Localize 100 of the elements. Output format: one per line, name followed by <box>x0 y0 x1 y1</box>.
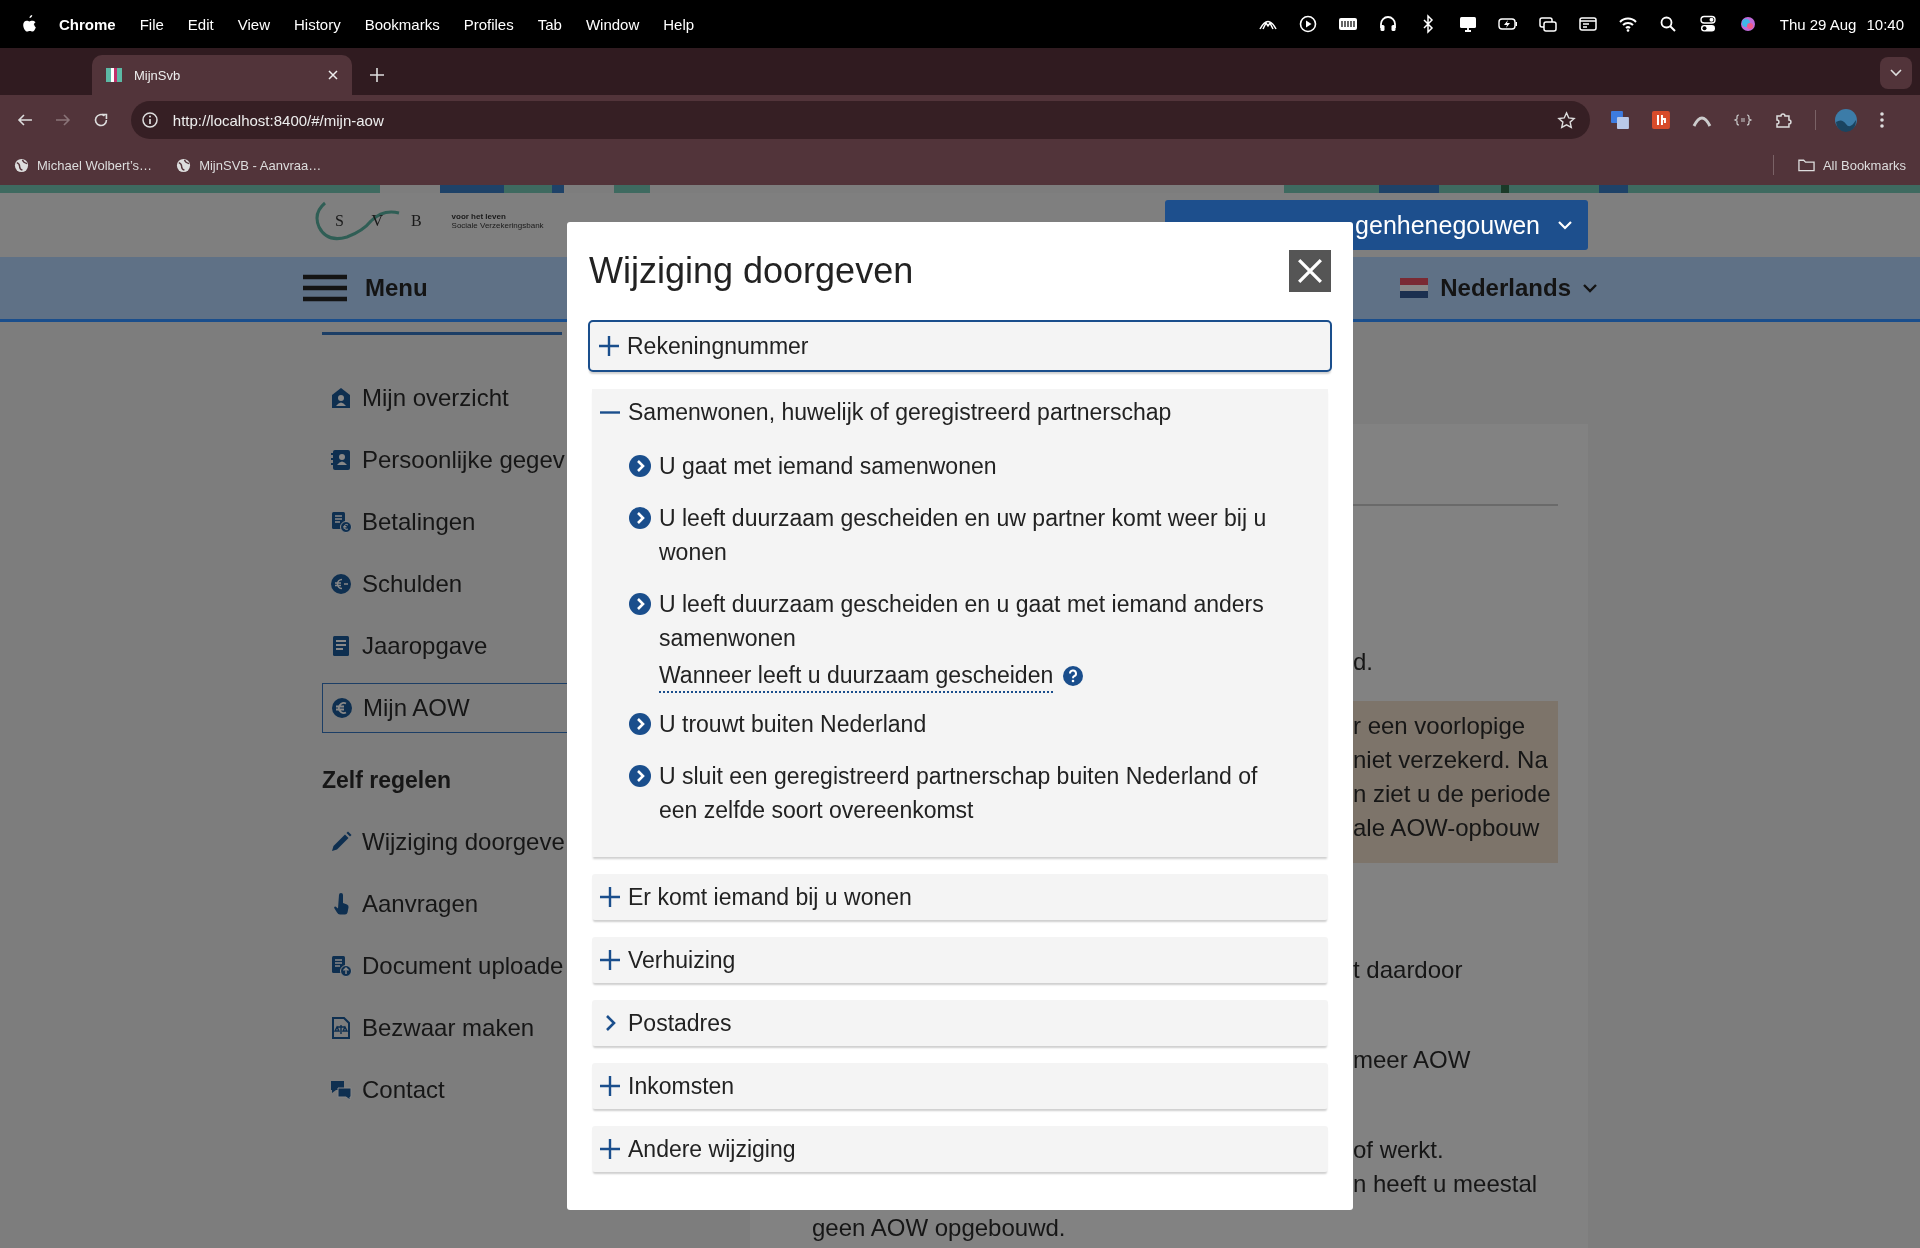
content-text: t daardoor <box>1353 955 1464 985</box>
menu-icon <box>303 274 347 302</box>
euro-minus-icon <box>330 573 352 595</box>
notice-text: n ziet u de periode <box>1353 779 1552 809</box>
sidebar-item[interactable]: Persoonlijke gegev <box>322 435 567 485</box>
notice-text: r een voorlopige <box>1353 711 1527 741</box>
translate-icon[interactable] <box>1610 110 1631 130</box>
chevron-down-icon <box>1558 220 1572 230</box>
chevron-circle-icon <box>629 455 651 477</box>
menu-item[interactable]: Edit <box>187 15 214 33</box>
sidebar-item[interactable]: Schulden <box>322 559 567 609</box>
option-link[interactable]: U leeft duurzaam gescheiden en u gaat met iemand anders samenwonen <box>659 587 1288 655</box>
plus-icon <box>600 887 620 907</box>
close-icon[interactable] <box>328 70 338 80</box>
reload-icon[interactable] <box>92 112 109 128</box>
menu-item[interactable]: Tab <box>537 15 562 33</box>
help-icon[interactable] <box>1063 666 1084 686</box>
content-text: meer AOW <box>1353 1045 1472 1075</box>
help-link[interactable]: Wanneer leeft u duurzaam gescheiden <box>659 659 1054 693</box>
plus-icon <box>599 336 619 356</box>
notice-text: ale AOW-opbouw <box>1353 813 1541 843</box>
headphones-icon[interactable] <box>1377 14 1398 34</box>
apple-icon[interactable] <box>22 15 37 33</box>
globe-icon <box>14 157 29 173</box>
document-upload-icon <box>330 955 352 977</box>
document-scale-icon <box>330 1017 352 1039</box>
menu-item[interactable]: Profiles <box>463 15 514 33</box>
option-link[interactable]: U sluit een geregistreerd partnerschap buiten Nederland of een zelfde soort overeenkomst <box>659 759 1288 827</box>
sidebar-item[interactable]: Contact <box>322 1065 567 1115</box>
content-text: n heeft u meestal <box>1353 1169 1539 1199</box>
menu-item[interactable]: Help <box>663 15 695 33</box>
all-bookmarks-button[interactable]: All Bookmarks <box>1797 157 1906 173</box>
menu-item[interactable]: Window <box>585 15 640 33</box>
accordion-header[interactable]: Rekeningnummer <box>588 320 1332 372</box>
sidebar-item[interactable]: Betalingen <box>322 497 567 547</box>
option-link[interactable]: U trouwt buiten Nederland <box>659 707 927 741</box>
app-menu[interactable]: Chrome <box>59 15 116 33</box>
windows-icon[interactable] <box>1537 14 1558 34</box>
bookmark[interactable]: Michael Wolbert’s… <box>14 157 153 173</box>
logo-letters: S V B <box>335 212 434 230</box>
puzzle-icon[interactable] <box>1774 110 1795 130</box>
folder-icon <box>1797 158 1815 172</box>
accordion-header[interactable]: Inkomsten <box>592 1063 1328 1109</box>
tab-list-button[interactable] <box>1880 57 1912 89</box>
dialog-title: Wijziging doorgeven <box>588 250 914 292</box>
more-icon[interactable] <box>1879 110 1885 130</box>
menu-item[interactable]: Bookmarks <box>364 15 440 33</box>
menu-button[interactable]: Menu <box>303 274 428 302</box>
display-icon[interactable] <box>1457 14 1478 34</box>
plus-icon[interactable] <box>370 68 384 82</box>
info-icon[interactable] <box>140 111 159 129</box>
chevron-circle-icon <box>629 507 651 529</box>
menu-item[interactable]: History <box>293 15 341 33</box>
option-link[interactable]: U gaat met iemand samenwonen <box>659 449 997 483</box>
play-icon[interactable] <box>1297 14 1318 34</box>
chevron-down-icon <box>1583 283 1597 293</box>
avatar-icon[interactable] <box>1834 108 1858 132</box>
logo-tagline: voor het leven <box>451 212 507 221</box>
content-text: geen AOW opgebouwd. <box>812 1213 1067 1243</box>
url-text: http://localhost:8400/#/mijn-aow <box>172 111 384 129</box>
sidebar-item[interactable]: Aanvragen <box>322 879 567 929</box>
tab-title: MijnSvb <box>134 67 182 83</box>
euro-icon <box>331 697 353 719</box>
sidebar-item[interactable]: Mijn AOW <box>322 683 567 733</box>
accordion-header[interactable]: Verhuizing <box>592 937 1328 983</box>
sidebar-item[interactable]: Mijn overzicht <box>322 373 567 423</box>
extension-icon[interactable] <box>1651 110 1672 130</box>
sidebar-heading: Zelf regelen <box>322 767 453 794</box>
close-button[interactable] <box>1289 250 1331 292</box>
back-icon[interactable] <box>17 112 33 128</box>
plus-icon <box>600 1076 620 1096</box>
toggle-icon[interactable] <box>1697 14 1718 34</box>
browser-tab[interactable]: MijnSvb <box>92 55 352 95</box>
accordion-header[interactable]: Samenwonen, huwelijk of geregistreerd partnerschap <box>592 389 1328 435</box>
option-link[interactable]: U leeft duurzaam gescheiden en uw partner komt weer bij u wonen <box>659 501 1288 569</box>
accordion-link[interactable]: Postadres <box>592 1000 1328 1046</box>
language-button[interactable]: Nederlands <box>1400 274 1597 302</box>
chat-icon <box>330 1079 352 1101</box>
chevron-circle-icon <box>629 593 651 615</box>
document-icon <box>330 635 352 657</box>
star-icon[interactable] <box>1557 110 1577 130</box>
accordion-header[interactable]: Er komt iemand bij u wonen <box>592 874 1328 920</box>
screen-icon[interactable] <box>1577 14 1598 34</box>
menu-item[interactable]: View <box>237 15 270 33</box>
sidebar-item[interactable]: Document uploade <box>322 941 567 991</box>
sidebar-item[interactable]: Jaaropgave <box>322 621 567 671</box>
plus-icon <box>600 1139 620 1159</box>
globe-icon <box>176 157 192 173</box>
forward-icon[interactable] <box>54 112 71 128</box>
plus-icon <box>600 950 620 970</box>
bookmark[interactable]: MijnSVB - Aanvraa… <box>176 157 322 173</box>
date-text: Thu 29 Aug <box>1779 15 1857 33</box>
menu-item[interactable]: File <box>139 15 164 33</box>
accordion-header[interactable]: Andere wijziging <box>592 1126 1328 1172</box>
sidebar-item[interactable]: Wijziging doorgeve <box>322 817 567 867</box>
sidebar-item[interactable]: Bezwaar maken <box>322 1003 567 1053</box>
close-icon <box>1297 258 1323 284</box>
address-bar[interactable]: http://localhost:8400/#/mijn-aow <box>130 101 1591 139</box>
chevron-circle-icon <box>629 713 651 735</box>
content-text: of werkt. <box>1353 1135 1445 1165</box>
